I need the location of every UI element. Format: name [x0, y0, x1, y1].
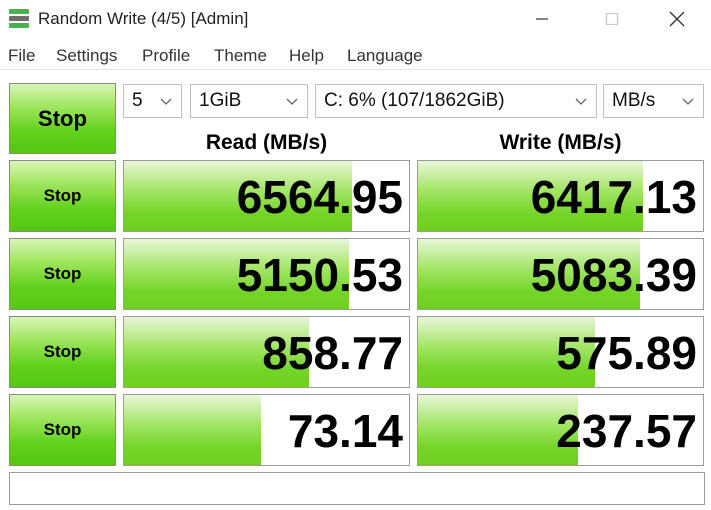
row-3-write-box: 575.89 [417, 316, 704, 388]
row-1-read-box: 6564.95 [123, 160, 410, 232]
row-4-write-box: 237.57 [417, 394, 704, 466]
count-value: 5 [132, 90, 143, 111]
row-1-write-value: 6417.13 [530, 171, 697, 223]
chevron-down-icon [682, 98, 694, 105]
menu-file[interactable]: File [8, 46, 35, 66]
size-select[interactable]: 1GiB [190, 84, 308, 118]
unit-value: MB/s [612, 90, 656, 111]
minimize-button[interactable] [507, 0, 577, 38]
row-4-read-bar [124, 395, 261, 465]
chevron-down-icon [575, 98, 587, 105]
menu-settings[interactable]: Settings [56, 46, 117, 66]
menu-bar: File Settings Profile Theme Help Languag… [0, 40, 711, 70]
row-1-stop-button[interactable]: Stop [9, 160, 116, 232]
row-4-read-value: 73.14 [287, 405, 403, 457]
crystaldiskmark-icon [8, 8, 30, 30]
comment-input[interactable] [9, 472, 705, 505]
row-3-write-value: 575.89 [556, 327, 697, 379]
drive-value: C: 6% (107/1862GiB) [324, 90, 505, 111]
chevron-down-icon [286, 98, 298, 105]
drive-select[interactable]: C: 6% (107/1862GiB) [315, 84, 597, 118]
row-4-write-bar [418, 395, 578, 465]
read-header: Read (MB/s) [205, 131, 328, 154]
maximize-button[interactable] [577, 0, 647, 38]
menu-profile[interactable]: Profile [142, 46, 190, 66]
window-title: Random Write (4/5) [Admin] [38, 9, 249, 28]
row-1-write-box: 6417.13 [417, 160, 704, 232]
maximize-icon [605, 12, 619, 26]
write-header: Write (MB/s) [499, 131, 622, 154]
row-2-stop-button[interactable]: Stop [9, 238, 116, 310]
row-4-stop-button[interactable]: Stop [9, 394, 116, 466]
stop-all-button[interactable]: Stop [9, 83, 116, 154]
row-3-read-value: 858.77 [262, 327, 403, 379]
row-3-stop-button[interactable]: Stop [9, 316, 116, 388]
row-1-read-value: 6564.95 [236, 171, 403, 223]
size-value: 1GiB [199, 90, 242, 111]
app-window: Random Write (4/5) [Admin] File Settings… [0, 0, 711, 510]
unit-select[interactable]: MB/s [603, 84, 704, 118]
row-2-read-box: 5150.53 [123, 238, 410, 310]
minimize-icon [536, 18, 548, 20]
menu-theme[interactable]: Theme [214, 46, 267, 66]
count-select[interactable]: 5 [123, 84, 182, 118]
row-2-write-value: 5083.39 [530, 249, 697, 301]
row-2-write-box: 5083.39 [417, 238, 704, 310]
row-2-read-value: 5150.53 [236, 249, 403, 301]
menu-help[interactable]: Help [289, 46, 324, 66]
close-icon [669, 11, 685, 27]
menu-language[interactable]: Language [347, 46, 423, 66]
row-4-write-value: 237.57 [556, 405, 697, 457]
close-button[interactable] [642, 0, 711, 38]
title-bar[interactable]: Random Write (4/5) [Admin] [0, 0, 711, 38]
row-4-read-box: 73.14 [123, 394, 410, 466]
row-3-read-box: 858.77 [123, 316, 410, 388]
chevron-down-icon [160, 98, 172, 105]
